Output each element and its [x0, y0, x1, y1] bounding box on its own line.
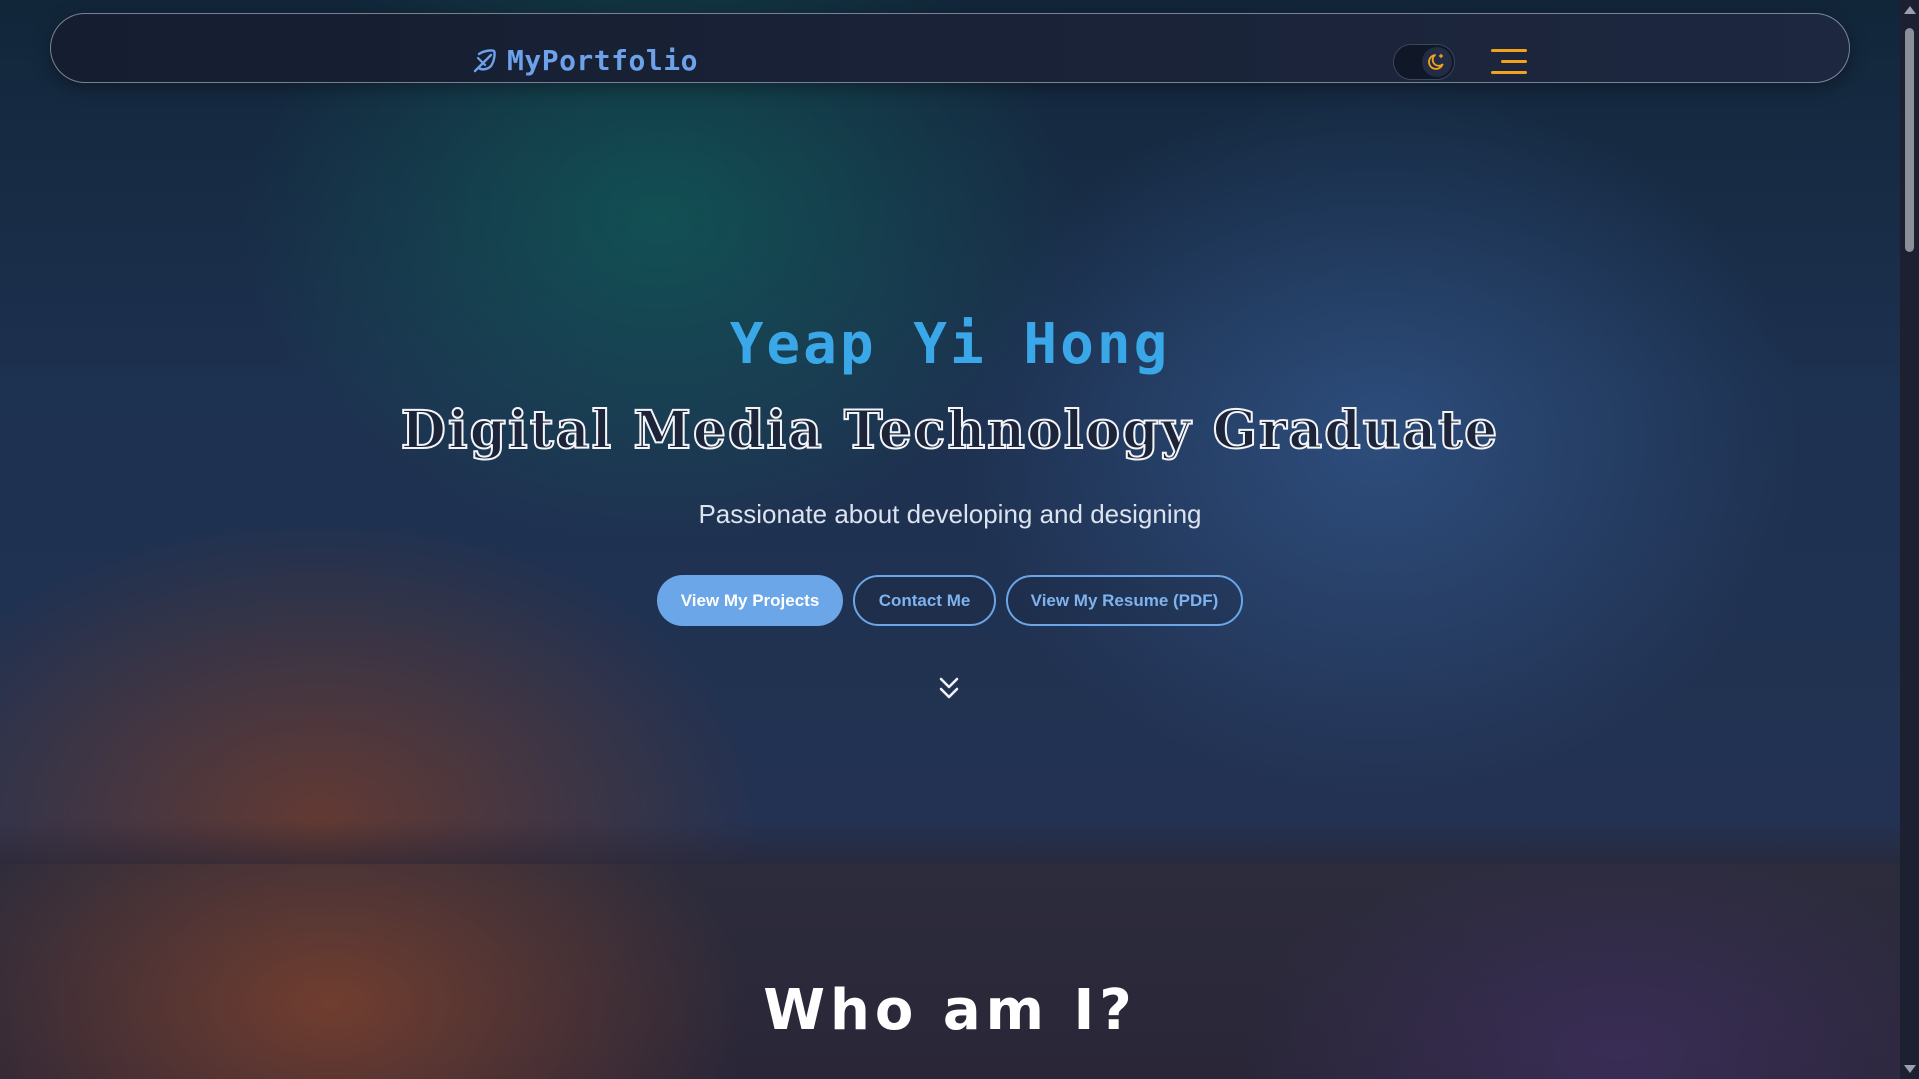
scrollbar-thumb[interactable]: [1905, 28, 1914, 252]
double-chevron-down-icon[interactable]: [936, 673, 962, 703]
contact-me-button[interactable]: Contact Me: [853, 575, 996, 626]
scrollbar[interactable]: [1900, 0, 1919, 1079]
moon-icon: [1428, 53, 1444, 70]
hero-subtitle: Passionate about developing and designin…: [698, 499, 1202, 529]
view-projects-button[interactable]: View My Projects: [657, 575, 843, 626]
section-divider: [0, 820, 1900, 864]
logo-text: MyPortfolio: [507, 44, 698, 77]
hero-title: Digital Media Technology Graduate: [400, 399, 1500, 462]
scroll-up-arrow-icon[interactable]: [1904, 6, 1916, 14]
feather-icon: [473, 48, 496, 72]
view-resume-button[interactable]: View My Resume (PDF): [1006, 575, 1243, 626]
theme-toggle[interactable]: [1393, 44, 1455, 80]
hero-name: Yeap Yi Hong: [729, 312, 1171, 377]
theme-toggle-knob: [1422, 47, 1452, 77]
about-section: [0, 864, 1900, 1079]
hamburger-menu-icon[interactable]: [1491, 47, 1527, 77]
logo-link[interactable]: MyPortfolio: [471, 44, 698, 77]
navbar: MyPortfolio: [50, 13, 1850, 83]
scroll-down-arrow-icon[interactable]: [1904, 1065, 1916, 1073]
about-title: Who am I?: [763, 978, 1137, 1043]
page: MyPortfolio Yeap Yi Hong Digital Media T…: [0, 0, 1900, 1079]
